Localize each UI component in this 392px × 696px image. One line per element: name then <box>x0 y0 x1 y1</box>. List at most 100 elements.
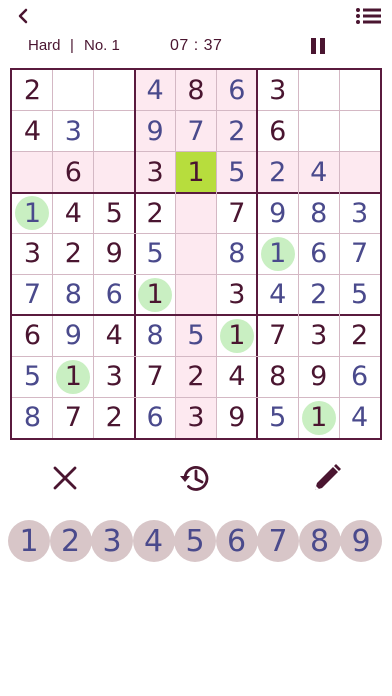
sudoku-cell[interactable]: 5 <box>12 356 53 397</box>
sudoku-cell[interactable]: 4 <box>298 151 340 193</box>
sudoku-cell[interactable]: 1 <box>257 234 298 275</box>
sudoku-cell[interactable]: 3 <box>12 234 53 275</box>
sudoku-cell[interactable]: 3 <box>175 397 217 438</box>
sudoku-cell[interactable]: 3 <box>298 315 339 356</box>
number-key[interactable]: 6 <box>215 520 258 562</box>
sudoku-cell[interactable]: 9 <box>53 315 94 356</box>
sudoku-cell[interactable]: 6 <box>339 356 380 397</box>
number-key[interactable]: 5 <box>174 520 216 562</box>
sudoku-cell[interactable]: 9 <box>94 234 135 275</box>
sudoku-cell[interactable] <box>339 151 380 193</box>
sudoku-cell[interactable]: 1 <box>298 397 339 438</box>
sudoku-cell[interactable]: 7 <box>339 234 380 275</box>
number-key[interactable]: 1 <box>8 520 50 562</box>
sudoku-cell[interactable]: 2 <box>298 274 339 315</box>
sudoku-cell[interactable]: 7 <box>135 356 176 397</box>
sudoku-cell[interactable] <box>339 111 380 152</box>
game-info-bar: Hard | No. 1 07 : 37 <box>0 34 392 58</box>
sudoku-cell[interactable]: 3 <box>216 274 257 315</box>
back-button[interactable] <box>10 4 36 28</box>
sudoku-cell[interactable]: 4 <box>216 356 257 397</box>
number-key[interactable]: 8 <box>298 520 341 562</box>
number-key[interactable]: 2 <box>49 520 92 562</box>
sudoku-cell[interactable]: 6 <box>52 151 94 193</box>
sudoku-cell[interactable]: 4 <box>257 274 298 315</box>
sudoku-cell[interactable]: 9 <box>257 193 298 234</box>
sudoku-cell[interactable]: 9 <box>216 397 257 438</box>
sudoku-cell[interactable]: 7 <box>12 274 53 315</box>
sudoku-cell[interactable]: 2 <box>12 70 53 111</box>
sudoku-cell[interactable]: 9 <box>298 356 339 397</box>
sudoku-cell[interactable]: 6 <box>12 315 53 356</box>
grid-line <box>12 396 380 398</box>
sudoku-cell[interactable]: 4 <box>12 111 53 152</box>
sudoku-cell[interactable]: 3 <box>94 356 135 397</box>
sudoku-cell[interactable]: 1 <box>175 151 217 193</box>
sudoku-cell[interactable]: 1 <box>53 356 94 397</box>
sudoku-cell[interactable]: 1 <box>12 193 53 234</box>
sudoku-cell[interactable] <box>298 70 339 111</box>
sudoku-cell[interactable]: 2 <box>257 151 299 193</box>
sudoku-cell[interactable]: 3 <box>339 193 380 234</box>
number-key[interactable]: 4 <box>132 520 175 562</box>
sudoku-cell[interactable] <box>298 111 339 152</box>
sudoku-cell[interactable]: 4 <box>53 193 94 234</box>
sudoku-cell[interactable]: 5 <box>339 274 380 315</box>
sudoku-cell[interactable]: 8 <box>135 315 176 356</box>
sudoku-cell[interactable]: 5 <box>216 151 258 193</box>
sudoku-cell[interactable]: 3 <box>257 70 298 111</box>
sudoku-cell[interactable] <box>93 151 135 193</box>
sudoku-cell[interactable]: 4 <box>339 397 380 438</box>
sudoku-cell[interactable] <box>175 192 217 234</box>
number-key[interactable]: 3 <box>91 520 133 562</box>
notes-button[interactable] <box>309 460 345 496</box>
sudoku-cell[interactable]: 7 <box>53 397 94 438</box>
sudoku-cell[interactable]: 8 <box>216 234 257 275</box>
erase-button[interactable] <box>47 460 83 496</box>
sudoku-cell[interactable]: 5 <box>257 397 298 438</box>
game-timer: 07 : 37 <box>170 37 223 54</box>
sudoku-cell[interactable]: 8 <box>257 356 298 397</box>
sudoku-cell[interactable]: 8 <box>175 70 217 111</box>
sudoku-cell[interactable] <box>175 274 217 316</box>
sudoku-cell[interactable]: 1 <box>216 315 257 356</box>
pause-button[interactable] <box>307 35 329 57</box>
sudoku-cell[interactable] <box>339 70 380 111</box>
number-key[interactable]: 9 <box>340 520 382 562</box>
history-icon <box>180 466 209 491</box>
sudoku-cell[interactable] <box>175 233 217 275</box>
sudoku-cell[interactable]: 2 <box>53 234 94 275</box>
menu-button[interactable] <box>354 5 384 27</box>
sudoku-cell[interactable]: 7 <box>257 315 298 356</box>
sudoku-cell[interactable]: 2 <box>135 193 176 234</box>
sudoku-cell[interactable]: 6 <box>94 274 135 315</box>
sudoku-cell[interactable]: 2 <box>216 110 258 152</box>
sudoku-cell[interactable] <box>94 70 135 111</box>
sudoku-cell[interactable]: 2 <box>175 356 217 398</box>
sudoku-cell[interactable]: 4 <box>94 315 135 356</box>
sudoku-cell[interactable]: 6 <box>257 111 298 152</box>
sudoku-cell[interactable] <box>53 70 94 111</box>
undo-button[interactable] <box>177 460 213 496</box>
sudoku-cell[interactable]: 3 <box>53 111 94 152</box>
number-key[interactable]: 7 <box>257 520 299 562</box>
sudoku-cell[interactable]: 2 <box>339 315 380 356</box>
sudoku-cell[interactable]: 7 <box>216 193 257 234</box>
sudoku-cell[interactable]: 8 <box>298 193 339 234</box>
sudoku-cell[interactable]: 6 <box>135 397 176 438</box>
sudoku-cell[interactable] <box>94 111 135 152</box>
sudoku-cell[interactable]: 5 <box>94 193 135 234</box>
sudoku-cell[interactable]: 5 <box>135 234 176 275</box>
sudoku-cell[interactable]: 7 <box>175 110 217 152</box>
sudoku-cell[interactable]: 6 <box>298 234 339 275</box>
sudoku-cell[interactable]: 8 <box>53 274 94 315</box>
sudoku-cell[interactable]: 5 <box>175 315 217 357</box>
sudoku-cell[interactable]: 4 <box>134 70 176 111</box>
sudoku-cell[interactable]: 2 <box>94 397 135 438</box>
sudoku-cell[interactable]: 6 <box>216 70 258 111</box>
sudoku-cell[interactable]: 1 <box>135 274 176 315</box>
sudoku-cell[interactable] <box>12 151 53 193</box>
sudoku-cell[interactable]: 3 <box>134 151 176 193</box>
sudoku-cell[interactable]: 8 <box>12 397 53 438</box>
sudoku-cell[interactable]: 9 <box>134 110 176 152</box>
